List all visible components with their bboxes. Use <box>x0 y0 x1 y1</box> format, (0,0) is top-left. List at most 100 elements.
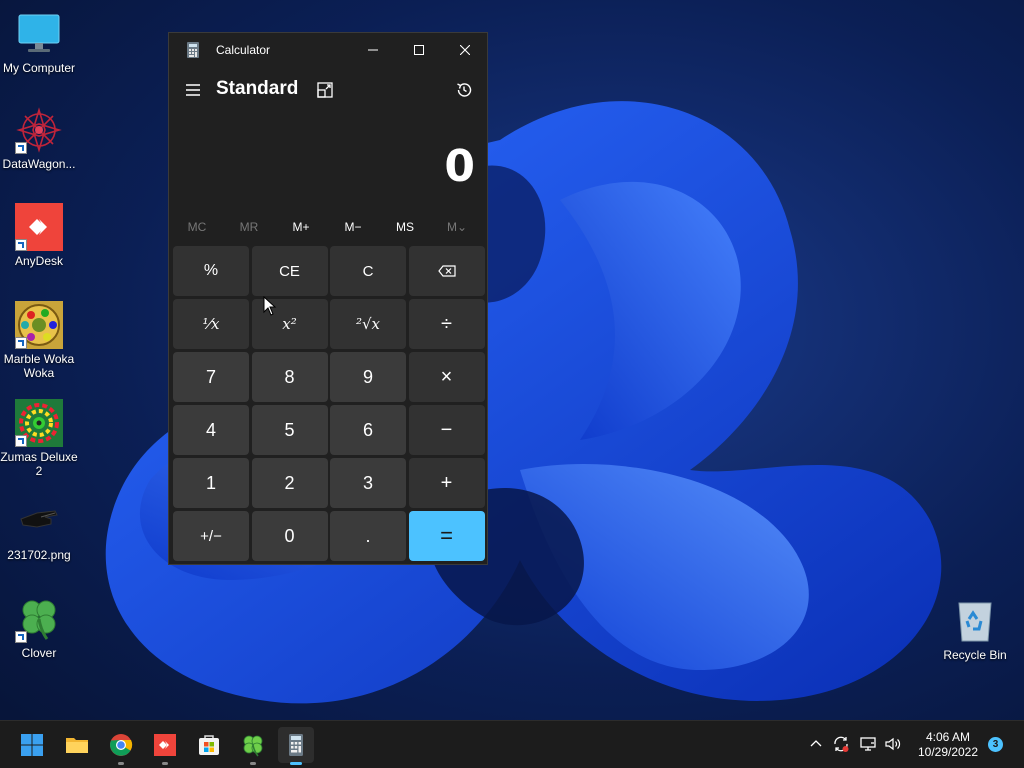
clock-date: 10/29/2022 <box>917 745 979 759</box>
desktop-icon-zumas-deluxe-2[interactable]: Zumas Deluxe 2 <box>0 399 79 478</box>
equals-key[interactable]: = <box>408 511 485 561</box>
network-icon[interactable] <box>859 735 877 753</box>
memory-list-button[interactable]: M⌄ <box>431 220 483 234</box>
digit-1-key[interactable]: 1 <box>173 458 249 508</box>
divide-key[interactable]: ÷ <box>408 299 485 349</box>
digit-8-key[interactable]: 8 <box>251 352 328 402</box>
desktop-icon-label: My Computer <box>2 61 76 75</box>
calculator-window: Calculator Standard 0 MC MR M+ M− MS M⌄ … <box>168 32 488 565</box>
taskbar-clover[interactable] <box>235 727 271 765</box>
running-indicator <box>162 762 168 765</box>
digit-9-key[interactable]: 9 <box>330 352 406 402</box>
start-button[interactable] <box>14 727 50 763</box>
desktop-icon-label: 231702.png <box>7 548 71 562</box>
active-indicator <box>290 762 302 765</box>
taskbar-file-explorer[interactable] <box>59 727 95 763</box>
calculator-app-icon <box>187 42 199 58</box>
decimal-key[interactable]: . <box>330 511 406 561</box>
maximize-icon <box>414 45 424 55</box>
desktop-icon-recycle-bin[interactable]: Recycle Bin <box>935 597 1015 662</box>
minimize-button[interactable] <box>350 33 396 67</box>
notification-badge[interactable]: 3 <box>988 737 1003 752</box>
taskbar: 4:06 AM 10/29/2022 <box>0 720 1024 768</box>
taskbar-store[interactable] <box>191 727 227 763</box>
mouse-cursor-icon <box>263 296 277 316</box>
clear-key[interactable]: C <box>330 246 406 296</box>
running-indicator <box>250 762 256 765</box>
backspace-key[interactable] <box>408 246 485 296</box>
anydesk-icon <box>154 734 176 756</box>
sync-icon[interactable] <box>832 735 850 753</box>
add-key[interactable]: + <box>408 458 485 508</box>
memory-clear-button[interactable]: MC <box>171 220 223 234</box>
navigation-menu-button[interactable] <box>183 80 203 100</box>
close-button[interactable] <box>442 33 488 67</box>
percent-key[interactable]: % <box>173 246 249 296</box>
desktop-icon-label: Marble Woka Woka <box>3 352 75 380</box>
chrome-icon <box>110 734 133 756</box>
chevron-up-icon[interactable] <box>807 735 825 753</box>
store-icon <box>199 735 219 755</box>
shortcut-arrow-icon <box>15 631 27 643</box>
backspace-icon <box>437 265 456 277</box>
digit-6-key[interactable]: 6 <box>330 405 406 455</box>
desktop-icon-marble-woka-woka[interactable]: Marble Woka Woka <box>0 301 79 380</box>
desktop-icon-label: Clover <box>21 646 57 660</box>
clover-icon <box>243 735 263 757</box>
desktop-icon-231702-png[interactable]: 231702.png <box>0 497 79 562</box>
taskbar-chrome[interactable] <box>103 727 139 765</box>
shortcut-arrow-icon <box>15 142 27 154</box>
digit-3-key[interactable]: 3 <box>330 458 406 508</box>
taskbar-anydesk[interactable] <box>147 727 183 765</box>
digit-2-key[interactable]: 2 <box>251 458 328 508</box>
desktop-wallpaper <box>0 0 1024 720</box>
reciprocal-key[interactable]: ¹⁄x <box>173 299 249 349</box>
subtract-key[interactable]: − <box>408 405 485 455</box>
memory-subtract-button[interactable]: M− <box>327 220 379 234</box>
memory-store-button[interactable]: MS <box>379 220 431 234</box>
desktop-icon-anydesk[interactable]: AnyDesk <box>0 203 79 268</box>
maximize-button[interactable] <box>396 33 442 67</box>
mode-title: Standard <box>216 78 299 99</box>
digit-5-key[interactable]: 5 <box>251 405 328 455</box>
minimize-icon <box>368 49 378 51</box>
close-icon <box>460 45 470 55</box>
history-button[interactable] <box>455 81 473 99</box>
result-display: 0 <box>444 141 475 192</box>
negate-key[interactable]: +/− <box>173 511 249 561</box>
volume-icon[interactable] <box>884 735 902 753</box>
taskbar-calculator[interactable] <box>278 727 314 765</box>
keypad: % CE C ¹⁄x x² ²√x ÷ 7 8 9 × 4 5 6 − 1 2 … <box>173 246 485 562</box>
multiply-key[interactable]: × <box>408 352 485 402</box>
shortcut-arrow-icon <box>15 337 27 349</box>
memory-row: MC MR M+ M− MS M⌄ <box>169 216 487 240</box>
desktop-icon-label: AnyDesk <box>14 254 64 268</box>
square-root-key[interactable]: ²√x <box>330 299 406 349</box>
title-bar[interactable]: Calculator <box>169 33 487 67</box>
digit-0-key[interactable]: 0 <box>251 511 328 561</box>
calculator-icon <box>289 734 303 756</box>
clock[interactable]: 4:06 AM 10/29/2022 <box>908 730 988 760</box>
image-file-icon <box>20 510 58 528</box>
desktop-icon-label: DataWagon... <box>2 157 76 171</box>
desktop-icon-label: Recycle Bin <box>943 648 1007 662</box>
digit-7-key[interactable]: 7 <box>173 352 249 402</box>
shortcut-arrow-icon <box>15 239 27 251</box>
desktop-icon-clover[interactable]: Clover <box>0 595 79 660</box>
memory-recall-button[interactable]: MR <box>223 220 275 234</box>
running-indicator <box>118 762 124 765</box>
digit-4-key[interactable]: 4 <box>173 405 249 455</box>
desktop-icon-label: Zumas Deluxe 2 <box>0 450 78 478</box>
file-explorer-icon <box>66 738 88 753</box>
keep-on-top-button[interactable] <box>316 81 334 99</box>
start-icon <box>21 734 43 756</box>
shortcut-arrow-icon <box>15 435 27 447</box>
monitor-icon <box>18 14 60 52</box>
memory-add-button[interactable]: M+ <box>275 220 327 234</box>
clock-time: 4:06 AM <box>925 730 971 744</box>
clear-entry-key[interactable]: CE <box>251 246 328 296</box>
desktop-icon-datawagon[interactable]: DataWagon... <box>0 106 79 171</box>
desktop-icon-my-computer[interactable]: My Computer <box>0 10 79 75</box>
recycle-bin-icon <box>958 602 992 642</box>
window-title: Calculator <box>216 43 271 57</box>
